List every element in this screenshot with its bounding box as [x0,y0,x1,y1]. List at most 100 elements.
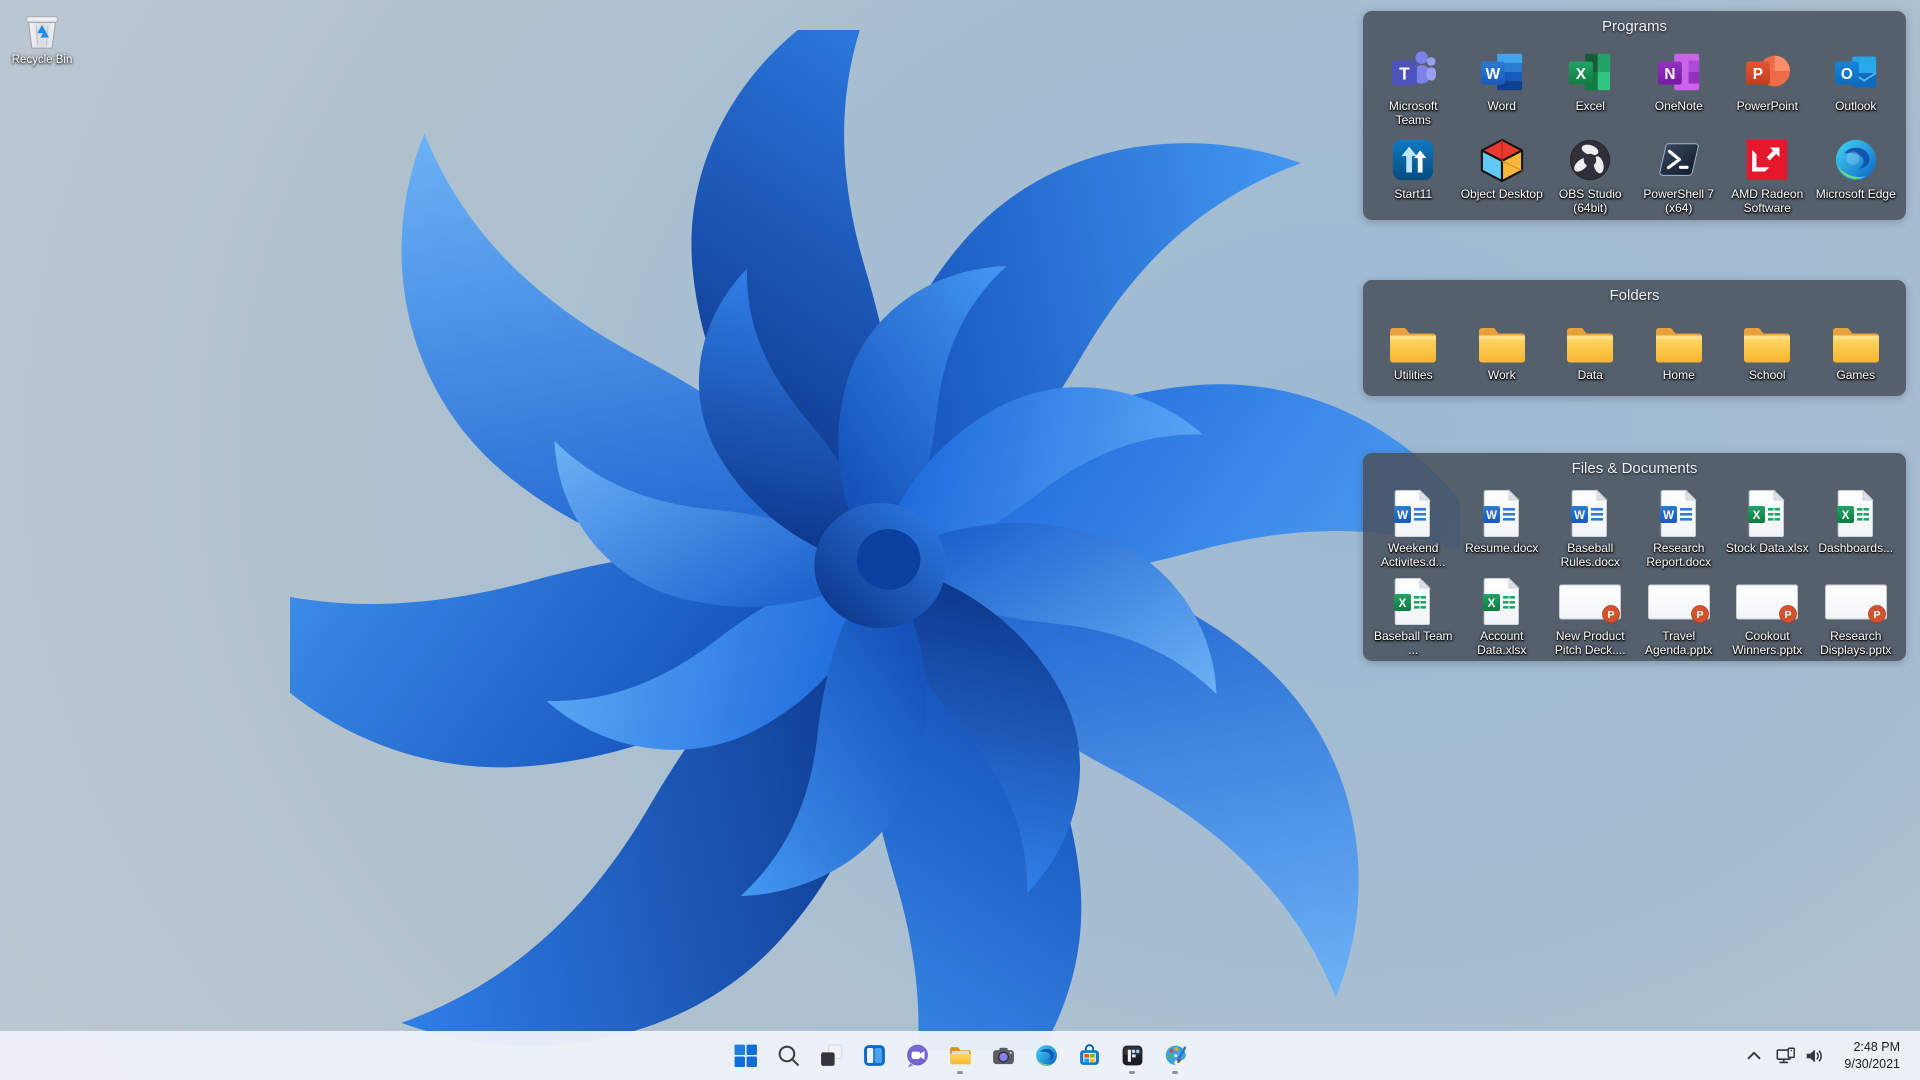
widgets-button[interactable] [854,1036,894,1076]
file-travel-agenda[interactable]: Travel Agenda.pptx [1635,577,1724,657]
file-label: Weekend Activites.d... [1380,541,1446,570]
taskbar: 2:48 PM 9/30/2021 [0,1031,1920,1080]
shortcut-powerpoint[interactable]: PowerPoint [1723,47,1812,127]
start-icon [734,1044,757,1067]
file-baseball-team[interactable]: Baseball Team ... [1369,577,1458,657]
shortcut-onenote[interactable]: OneNote [1635,47,1724,127]
task-view-button[interactable] [811,1036,851,1076]
file-label: Stock Data.xlsx [1725,541,1809,555]
bloom-wallpaper [290,30,1460,1050]
folder-work[interactable]: Work [1458,316,1547,382]
obs-studio-icon [1570,140,1611,181]
folder-home[interactable]: Home [1635,316,1724,382]
fence-grid: Utilities Work Data Home School Games [1363,304,1906,384]
file-research-displays[interactable]: Research Displays.pptx [1812,577,1901,657]
shortcut-amd-radeon[interactable]: AMD Radeon Software [1723,135,1812,215]
shortcut-object-desktop[interactable]: Object Desktop [1458,135,1547,215]
folder-icon [1744,328,1791,363]
shortcut-label: PowerPoint [1736,99,1798,113]
chat-button[interactable] [897,1036,937,1076]
excel-document-icon [1393,578,1431,626]
shortcut-obs-studio[interactable]: OBS Studio (64bit) [1546,135,1635,215]
word-document-icon [1570,490,1608,537]
shortcut-label: Outlook [1835,99,1877,113]
file-label: Research Report.docx [1646,541,1712,570]
folder-icon [1478,328,1525,363]
file-resume[interactable]: Resume.docx [1458,489,1547,569]
powerpoint-icon [1746,55,1791,87]
edge-button[interactable] [1026,1036,1066,1076]
windows-desktop: { "desktop": { "recycle_bin": { "label":… [0,0,1920,1080]
object-desktop-icon [1480,139,1523,183]
widgets-icon [863,1045,885,1066]
file-dashboards[interactable]: Dashboards... [1812,489,1901,569]
file-label: New Product Pitch Deck.... [1554,629,1626,658]
taskbar-center-group [725,1031,1195,1080]
shortcut-label: OneNote [1654,99,1703,113]
search-button[interactable] [768,1036,808,1076]
file-label: Account Data.xlsx [1477,629,1527,658]
file-research-report[interactable]: Research Report.docx [1635,489,1724,569]
volume-icon [1806,1048,1823,1063]
folder-icon [1567,328,1614,363]
shortcut-label: Start11 [1394,187,1433,202]
excel-document-icon [1836,490,1873,537]
file-explorer-button[interactable] [940,1036,980,1076]
folder-label: School [1748,368,1786,382]
outlook-icon [1833,55,1877,89]
file-baseball-rules[interactable]: Baseball Rules.docx [1546,489,1635,569]
folder-icon [1832,328,1879,363]
file-account-data[interactable]: Account Data.xlsx [1458,577,1547,657]
file-stock-data[interactable]: Stock Data.xlsx [1723,489,1812,569]
show-hidden-icons-button[interactable] [1738,1036,1770,1076]
file-label: Cookout Winners.pptx [1732,629,1803,658]
folder-utilities[interactable]: Utilities [1369,316,1458,382]
shortcut-start11[interactable]: Start11 [1369,135,1458,215]
file-new-product-pitch-deck[interactable]: New Product Pitch Deck.... [1546,577,1635,657]
excel-icon [1569,53,1611,91]
edge-icon [1035,1045,1057,1066]
file-weekend-activites[interactable]: Weekend Activites.d... [1369,489,1458,569]
file-explorer-icon [949,1047,971,1065]
shortcut-label: OBS Studio (64bit) [1558,187,1622,216]
powerpoint-document-icon [1824,584,1887,624]
shortcut-word[interactable]: Word [1458,47,1547,127]
start-button[interactable] [725,1036,765,1076]
palette-button[interactable] [1155,1036,1195,1076]
shortcut-microsoft-edge[interactable]: Microsoft Edge [1812,135,1901,215]
chevron-up-icon [1747,1051,1761,1059]
shortcut-outlook[interactable]: Outlook [1812,47,1901,127]
shortcut-powershell[interactable]: PowerShell 7 (x64) [1635,135,1724,215]
shortcut-excel[interactable]: Excel [1546,47,1635,127]
recycle-bin[interactable]: Recycle Bin [6,6,78,67]
recycle-bin-label: Recycle Bin [11,54,73,66]
folder-label: Work [1487,368,1516,382]
camera-button[interactable] [983,1036,1023,1076]
excel-document-icon [1747,490,1785,537]
folder-data[interactable]: Data [1546,316,1635,382]
fence-folders: Folders Utilities Work Data Home School … [1363,280,1906,396]
file-label: Resume.docx [1465,541,1539,555]
powershell-icon [1658,142,1700,178]
system-tray: 2:48 PM 9/30/2021 [1738,1031,1920,1080]
chat-icon [906,1044,928,1068]
file-cookout-winners[interactable]: Cookout Winners.pptx [1723,577,1812,657]
fences-button[interactable] [1112,1036,1152,1076]
file-label: Research Displays.pptx [1820,629,1892,658]
fence-files-documents: Files & Documents Weekend Activites.d...… [1363,453,1906,661]
powerpoint-document-icon [1559,584,1622,624]
powerpoint-document-icon [1647,584,1710,624]
shortcut-microsoft-teams[interactable]: Microsoft Teams [1369,47,1458,127]
store-button[interactable] [1069,1036,1109,1076]
folder-icon [1390,328,1437,363]
folder-label: Data [1577,368,1603,382]
clock[interactable]: 2:48 PM 9/30/2021 [1840,1037,1904,1075]
shortcut-label: AMD Radeon Software [1731,187,1804,216]
shortcut-label: Object Desktop [1460,187,1543,202]
folder-school[interactable]: School [1723,316,1812,382]
folder-games[interactable]: Games [1812,316,1901,382]
task-view-icon [820,1044,842,1067]
network-volume-button[interactable] [1770,1036,1830,1076]
search-icon [778,1045,799,1066]
file-label: Dashboards... [1818,541,1894,555]
